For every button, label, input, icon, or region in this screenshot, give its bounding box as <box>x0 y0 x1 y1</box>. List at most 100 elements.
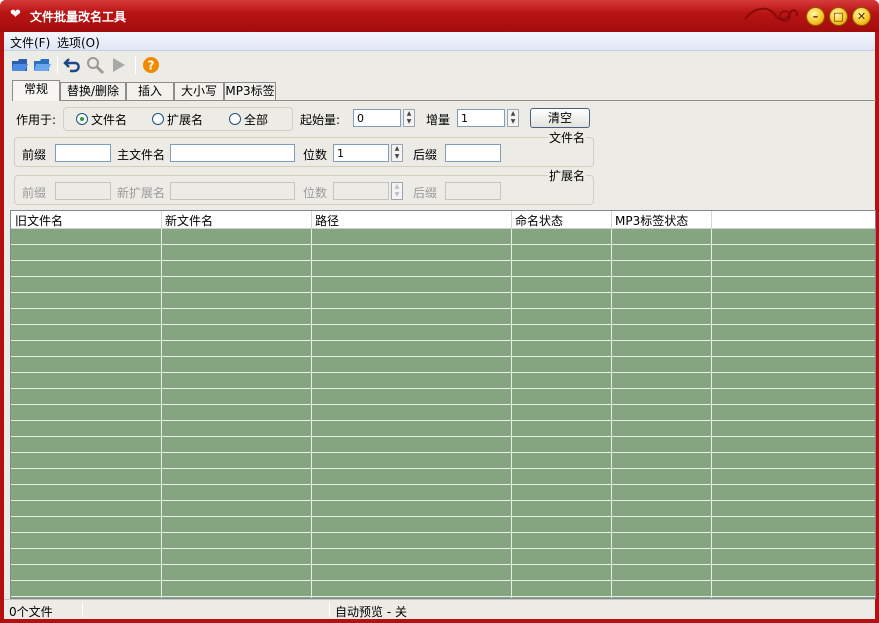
tab-insert[interactable]: 插入 <box>126 82 174 100</box>
grid-line <box>311 229 312 598</box>
minimize-button[interactable]: – <box>806 7 825 26</box>
ext-suffix-input <box>445 182 501 200</box>
ext-digits-spinner: ▲ ▼ <box>391 182 403 200</box>
svg-text:?: ? <box>148 59 155 73</box>
prefix-input[interactable] <box>55 144 111 162</box>
new-ext-input <box>170 182 295 200</box>
table-header: 旧文件名 新文件名 路径 命名状态 MP3标签状态 <box>11 211 875 229</box>
digits-input[interactable] <box>333 144 389 162</box>
column-header-path[interactable]: 路径 <box>315 212 339 229</box>
radio-all[interactable] <box>229 113 241 125</box>
heart-app-icon: ❤ <box>10 7 21 22</box>
file-count-status: 0个文件 <box>9 605 53 619</box>
start-input[interactable] <box>353 109 401 127</box>
ext-suffix-label: 后缀 <box>413 186 438 200</box>
table-row[interactable] <box>11 373 875 389</box>
tab-case[interactable]: 大小写 <box>174 82 224 100</box>
radio-all-label[interactable]: 全部 <box>244 111 268 128</box>
menu-options[interactable]: 选项(O) <box>57 34 100 51</box>
radio-extension-label[interactable]: 扩展名 <box>167 111 203 128</box>
menu-file[interactable]: 文件(F) <box>10 34 50 51</box>
increment-input[interactable] <box>457 109 505 127</box>
table-row[interactable] <box>11 533 875 549</box>
start-label: 起始量: <box>300 113 341 127</box>
prefix-label: 前缀 <box>22 148 47 162</box>
main-name-input[interactable] <box>170 144 295 162</box>
grid-line <box>711 229 712 598</box>
undo-icon[interactable] <box>63 55 83 75</box>
titlebar-decoration-icon <box>744 7 799 22</box>
table-row[interactable] <box>11 469 875 485</box>
status-separator <box>329 602 330 617</box>
column-divider[interactable] <box>161 211 162 229</box>
increment-spinner[interactable]: ▲ ▼ <box>507 109 519 127</box>
menu-bar: 文件(F) 选项(O) <box>4 32 875 51</box>
table-row[interactable] <box>11 581 875 597</box>
grid-line <box>161 229 162 598</box>
table-row[interactable] <box>11 341 875 357</box>
title-bar[interactable]: ❤ 文件批量改名工具 – □ ✕ <box>0 0 879 32</box>
close-button[interactable]: ✕ <box>852 7 871 26</box>
column-header-rename-status[interactable]: 命名状态 <box>515 212 563 229</box>
filename-group-title: 文件名 <box>548 129 587 146</box>
status-separator <box>82 602 83 617</box>
table-row[interactable] <box>11 325 875 341</box>
table-row[interactable] <box>11 357 875 373</box>
table-row[interactable] <box>11 437 875 453</box>
status-bar: 0个文件 自动预览 - 关 <box>4 599 875 619</box>
app-window: ❤ 文件批量改名工具 – □ ✕ 文件(F) 选项(O) ? 常规 替换/删除 … <box>0 0 879 623</box>
table-row[interactable] <box>11 405 875 421</box>
table-row[interactable] <box>11 549 875 565</box>
run-icon[interactable] <box>108 55 128 75</box>
radio-extension[interactable] <box>152 113 164 125</box>
column-divider[interactable] <box>511 211 512 229</box>
table-row[interactable] <box>11 277 875 293</box>
column-header-mp3-status[interactable]: MP3标签状态 <box>615 212 688 229</box>
clear-button[interactable]: 清空 <box>530 108 590 128</box>
general-panel: 作用于: 文件名 扩展名 全部 起始量: ▲▼ 增量 ▲▼ 清空 文件名 前缀 … <box>12 100 876 208</box>
open-folder-icon[interactable] <box>32 55 52 75</box>
table-row[interactable] <box>11 421 875 437</box>
help-icon[interactable]: ? <box>141 55 161 75</box>
column-header-new-name[interactable]: 新文件名 <box>165 212 213 229</box>
grid-line <box>611 229 612 598</box>
radio-filename[interactable] <box>76 113 88 125</box>
extension-group-title: 扩展名 <box>548 167 587 184</box>
column-divider[interactable] <box>711 211 712 229</box>
table-row[interactable] <box>11 309 875 325</box>
suffix-input[interactable] <box>445 144 501 162</box>
ext-prefix-label: 前缀 <box>22 186 47 200</box>
toolbar-separator <box>57 56 58 74</box>
radio-filename-label[interactable]: 文件名 <box>91 111 127 128</box>
table-row[interactable] <box>11 293 875 309</box>
table-row[interactable] <box>11 517 875 533</box>
search-icon[interactable] <box>85 55 105 75</box>
digits-label: 位数 <box>303 148 328 162</box>
table-row[interactable] <box>11 565 875 581</box>
column-divider[interactable] <box>311 211 312 229</box>
table-row[interactable] <box>11 453 875 469</box>
table-body[interactable] <box>11 229 875 598</box>
tab-replace-delete[interactable]: 替换/删除 <box>60 82 126 100</box>
window-title: 文件批量改名工具 <box>30 10 127 24</box>
ext-digits-input <box>333 182 389 200</box>
table-row[interactable] <box>11 501 875 517</box>
main-name-label: 主文件名 <box>117 148 166 162</box>
table-row[interactable] <box>11 389 875 405</box>
tab-mp3-tags[interactable]: MP3标签 <box>224 82 276 100</box>
table-row[interactable] <box>11 261 875 277</box>
digits-spinner[interactable]: ▲ ▼ <box>391 144 403 162</box>
maximize-button[interactable]: □ <box>829 7 848 26</box>
column-header-old-name[interactable]: 旧文件名 <box>15 212 63 229</box>
column-divider[interactable] <box>611 211 612 229</box>
table-row[interactable] <box>11 485 875 501</box>
open-file-icon[interactable] <box>10 55 30 75</box>
file-list-table[interactable]: 旧文件名 新文件名 路径 命名状态 MP3标签状态 <box>10 210 876 599</box>
new-ext-label: 新扩展名 <box>117 186 166 200</box>
increment-label: 增量 <box>426 113 451 127</box>
start-spinner[interactable]: ▲ ▼ <box>403 109 415 127</box>
tab-general[interactable]: 常规 <box>12 80 60 101</box>
apply-to-label: 作用于: <box>16 113 57 127</box>
table-row[interactable] <box>11 229 875 245</box>
table-row[interactable] <box>11 245 875 261</box>
